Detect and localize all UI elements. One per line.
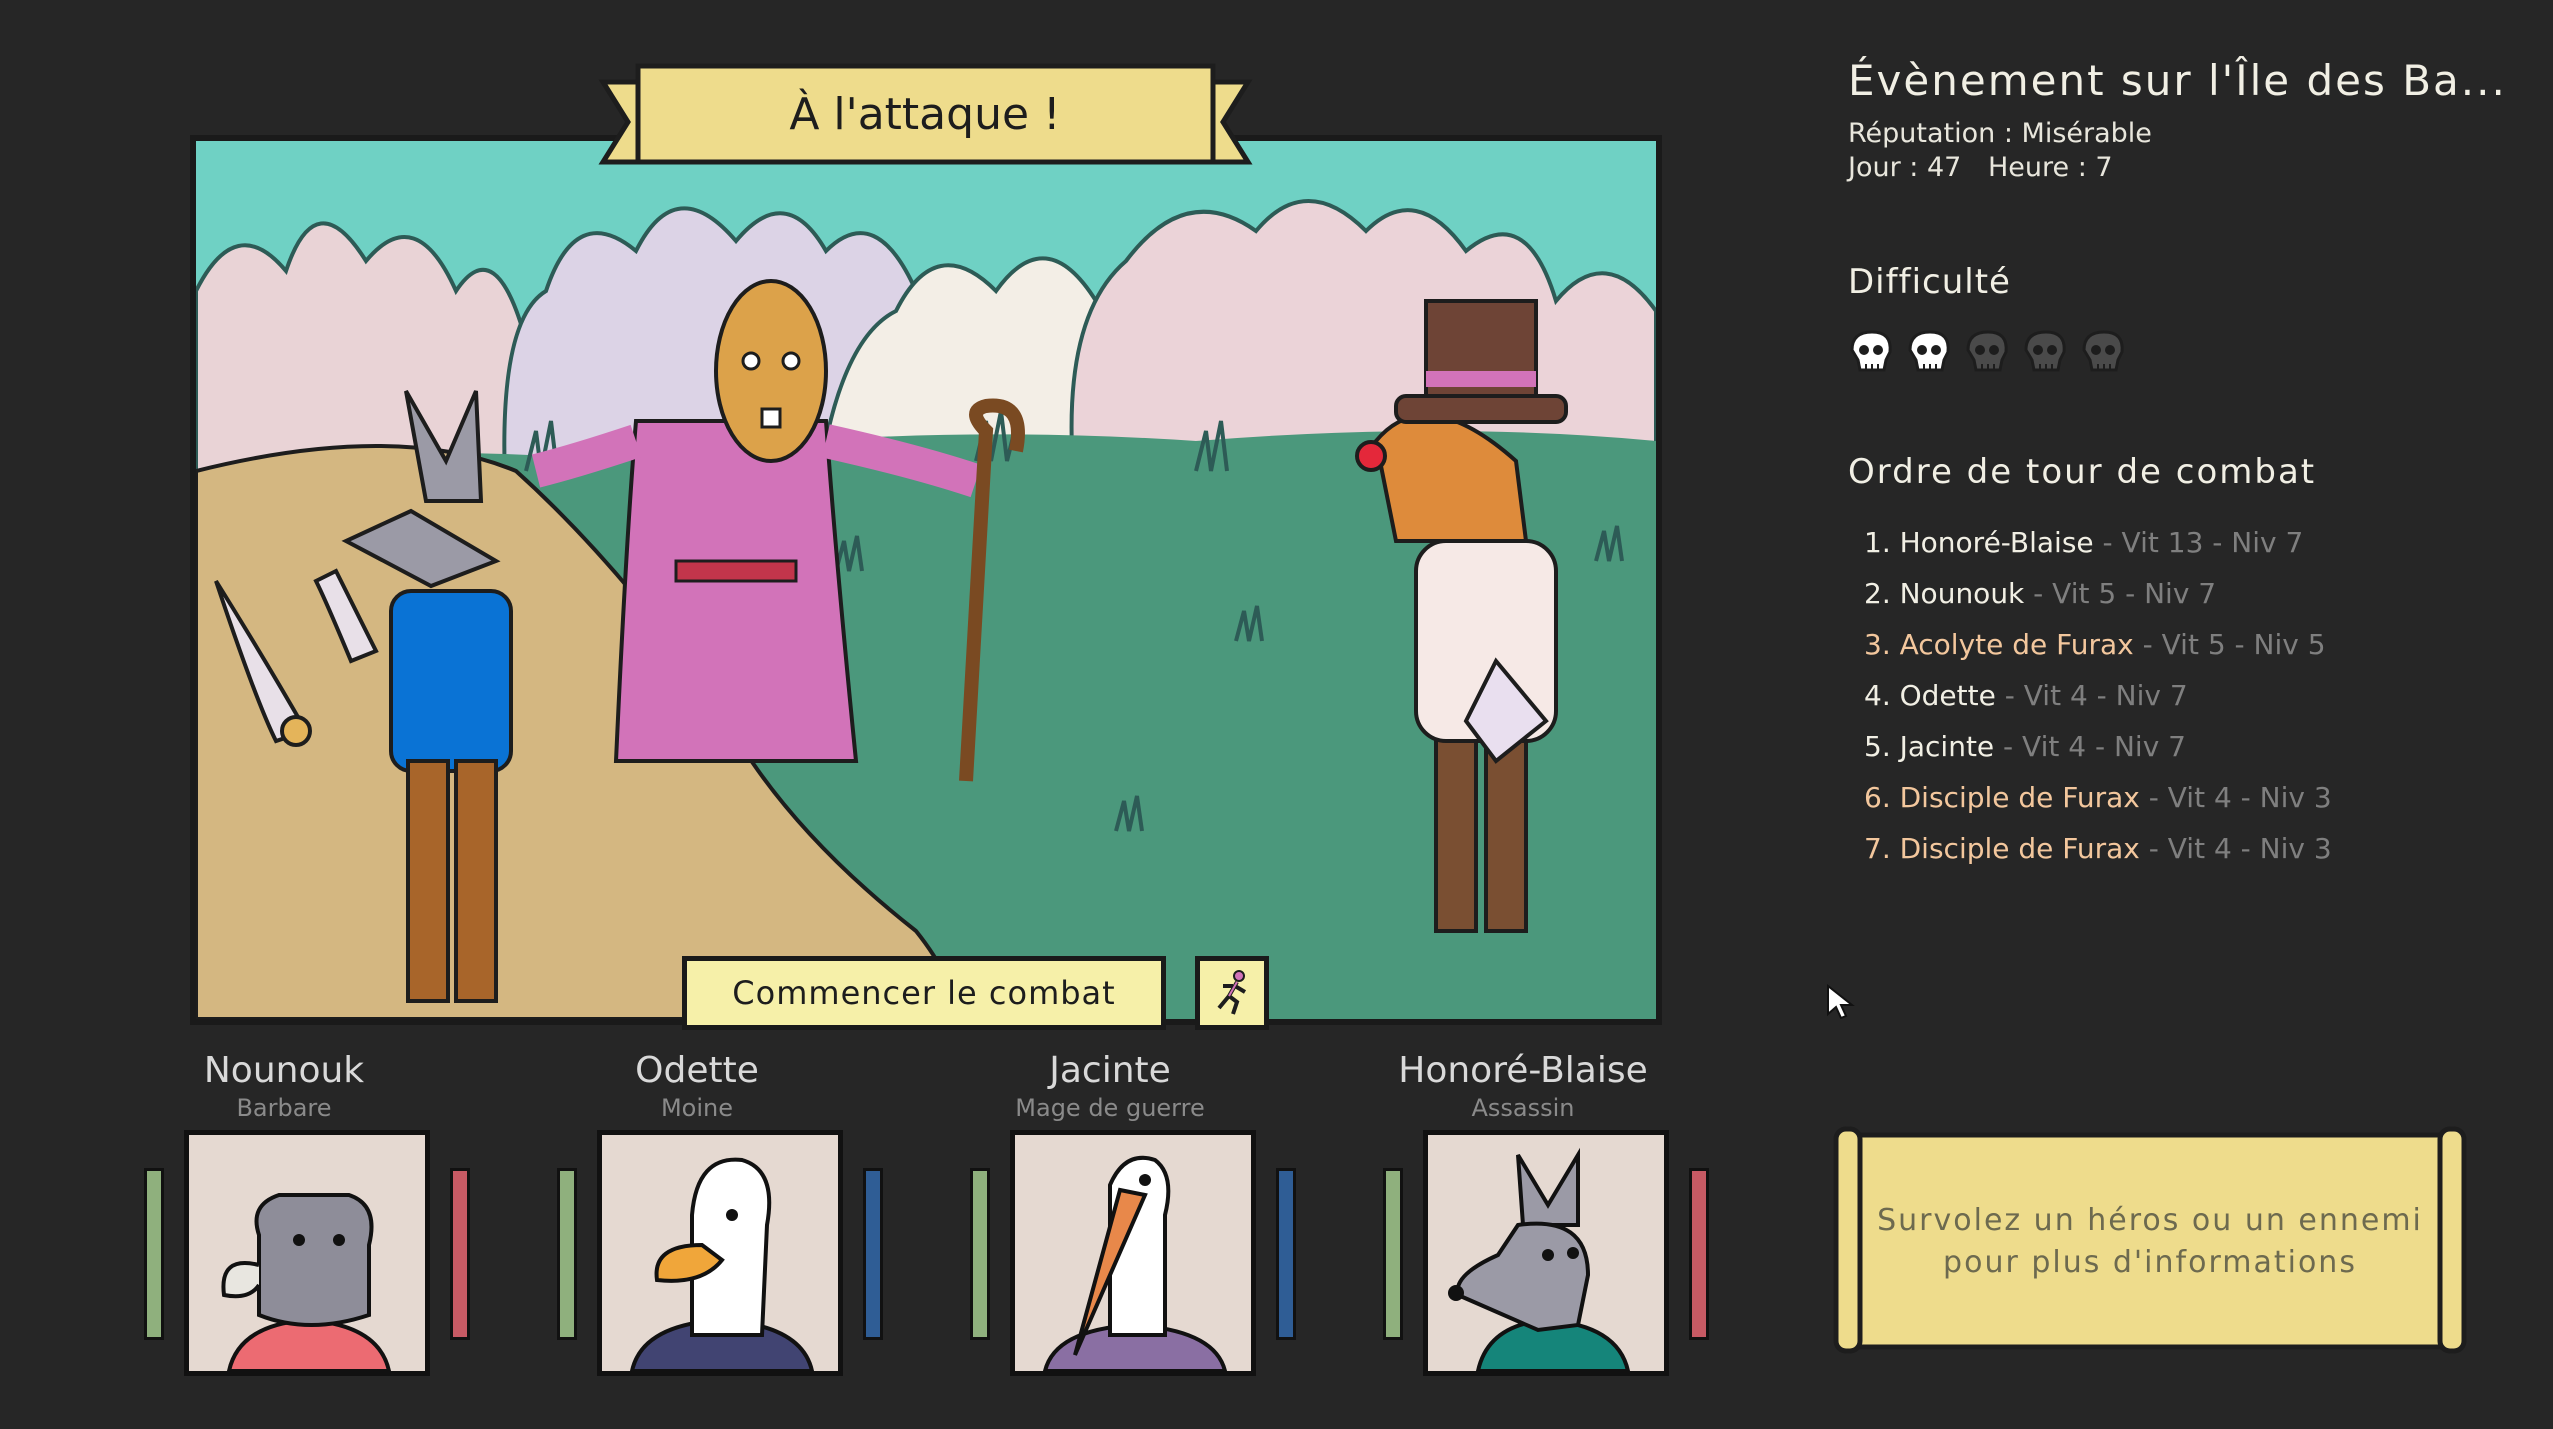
turn-order-entry[interactable]: 2. Nounouk - Vit 5 - Niv 7	[1864, 577, 2332, 628]
turn-order-stats: - Vit 4 - Niv 7	[1994, 730, 2186, 763]
hero-name: Odette	[635, 1050, 759, 1091]
hint-line-1: Survolez un héros ou un ennemi	[1877, 1203, 2423, 1238]
hero-portrait[interactable]	[597, 1130, 843, 1376]
mouse-cursor-icon	[1827, 984, 1855, 1020]
turn-order-name: 4. Odette	[1864, 679, 1996, 712]
difficulty-rating	[1848, 330, 2126, 378]
turn-order-entry[interactable]: 1. Honoré-Blaise - Vit 13 - Niv 7	[1864, 526, 2332, 577]
skull-icon-inactive	[1964, 330, 2010, 378]
turn-order-name: 1. Honoré-Blaise	[1864, 526, 2094, 559]
skull-icon-active	[1906, 330, 1952, 378]
turn-order-name: 3. Acolyte de Furax	[1864, 628, 2134, 661]
resource-bar	[1689, 1168, 1709, 1340]
turn-order-stats: - Vit 13 - Niv 7	[2093, 526, 2304, 559]
resource-bar	[450, 1168, 470, 1340]
turn-order-name: 2. Nounouk	[1864, 577, 2025, 610]
turn-order-title: Ordre de tour de combat	[1848, 452, 2317, 492]
resource-bar	[863, 1168, 883, 1340]
hero-class: Barbare	[236, 1094, 332, 1122]
health-bar	[144, 1168, 164, 1340]
rhino-portrait-icon	[221, 1193, 392, 1371]
turn-order-entry[interactable]: 5. Jacinte - Vit 4 - Niv 7	[1864, 730, 2332, 781]
hero-class: Mage de guerre	[1015, 1094, 1205, 1122]
hero-class: Moine	[660, 1094, 734, 1122]
skull-icon-active	[1848, 330, 1894, 378]
battle-illustration	[196, 141, 1656, 1019]
health-bar	[1383, 1168, 1403, 1340]
difficulty-title: Difficulté	[1848, 262, 2011, 302]
turn-order-stats: - Vit 5 - Niv 7	[2024, 577, 2217, 610]
stork-portrait-icon	[1042, 1155, 1228, 1371]
running-figure-icon	[1217, 970, 1247, 1015]
turn-order-stats: - Vit 5 - Niv 5	[2133, 628, 2326, 661]
turn-order-entry[interactable]: 3. Acolyte de Furax - Vit 5 - Niv 5	[1864, 628, 2332, 679]
skull-icon-inactive	[2080, 330, 2126, 378]
event-title: Évènement sur l'Île des Ba...	[1848, 56, 2507, 105]
duck-portrait-icon	[629, 1157, 815, 1371]
turn-order-name: 6. Disciple de Furax	[1864, 781, 2140, 814]
battle-scene	[190, 135, 1662, 1025]
banner-title: À l'attaque !	[789, 88, 1061, 140]
hero-portrait[interactable]	[1423, 1130, 1669, 1376]
turn-order-name: 7. Disciple de Furax	[1864, 832, 2140, 865]
turn-order-stats: - Vit 4 - Niv 3	[2139, 832, 2332, 865]
hero-name: Jacinte	[1049, 1050, 1171, 1091]
turn-order-entry[interactable]: 6. Disciple de Furax - Vit 4 - Niv 3	[1864, 781, 2332, 832]
flee-button[interactable]	[1195, 956, 1269, 1030]
hour-text: Heure : 7	[1988, 152, 2113, 183]
hero-name: Honoré-Blaise	[1398, 1050, 1648, 1091]
hero-class: Assassin	[1471, 1094, 1575, 1122]
turn-order-name: 5. Jacinte	[1864, 730, 1995, 763]
turn-order-stats: - Vit 4 - Niv 3	[2139, 781, 2332, 814]
turn-order-entry[interactable]: 7. Disciple de Furax - Vit 4 - Niv 3	[1864, 832, 2332, 883]
start-combat-button[interactable]: Commencer le combat	[682, 956, 1166, 1030]
reputation-text: Réputation : Misérable	[1848, 118, 2152, 149]
health-bar	[970, 1168, 990, 1340]
wolf-portrait-icon	[1448, 1147, 1631, 1371]
turn-order-entry[interactable]: 4. Odette - Vit 4 - Niv 7	[1864, 679, 2332, 730]
hero-portrait[interactable]	[184, 1130, 430, 1376]
hint-line-2: pour plus d'informations	[1943, 1245, 2357, 1280]
day-text: Jour : 47	[1848, 152, 1962, 183]
hint-text: Survolez un héros ou un ennemi pour plus…	[1860, 1200, 2440, 1284]
health-bar	[557, 1168, 577, 1340]
hero-name: Nounouk	[203, 1050, 365, 1091]
turn-order-stats: - Vit 4 - Niv 7	[1995, 679, 2188, 712]
hero-portrait[interactable]	[1010, 1130, 1256, 1376]
turn-order-list: 1. Honoré-Blaise - Vit 13 - Niv 7 2. Noun…	[1864, 526, 2332, 883]
resource-bar	[1276, 1168, 1296, 1340]
skull-icon-inactive	[2022, 330, 2068, 378]
